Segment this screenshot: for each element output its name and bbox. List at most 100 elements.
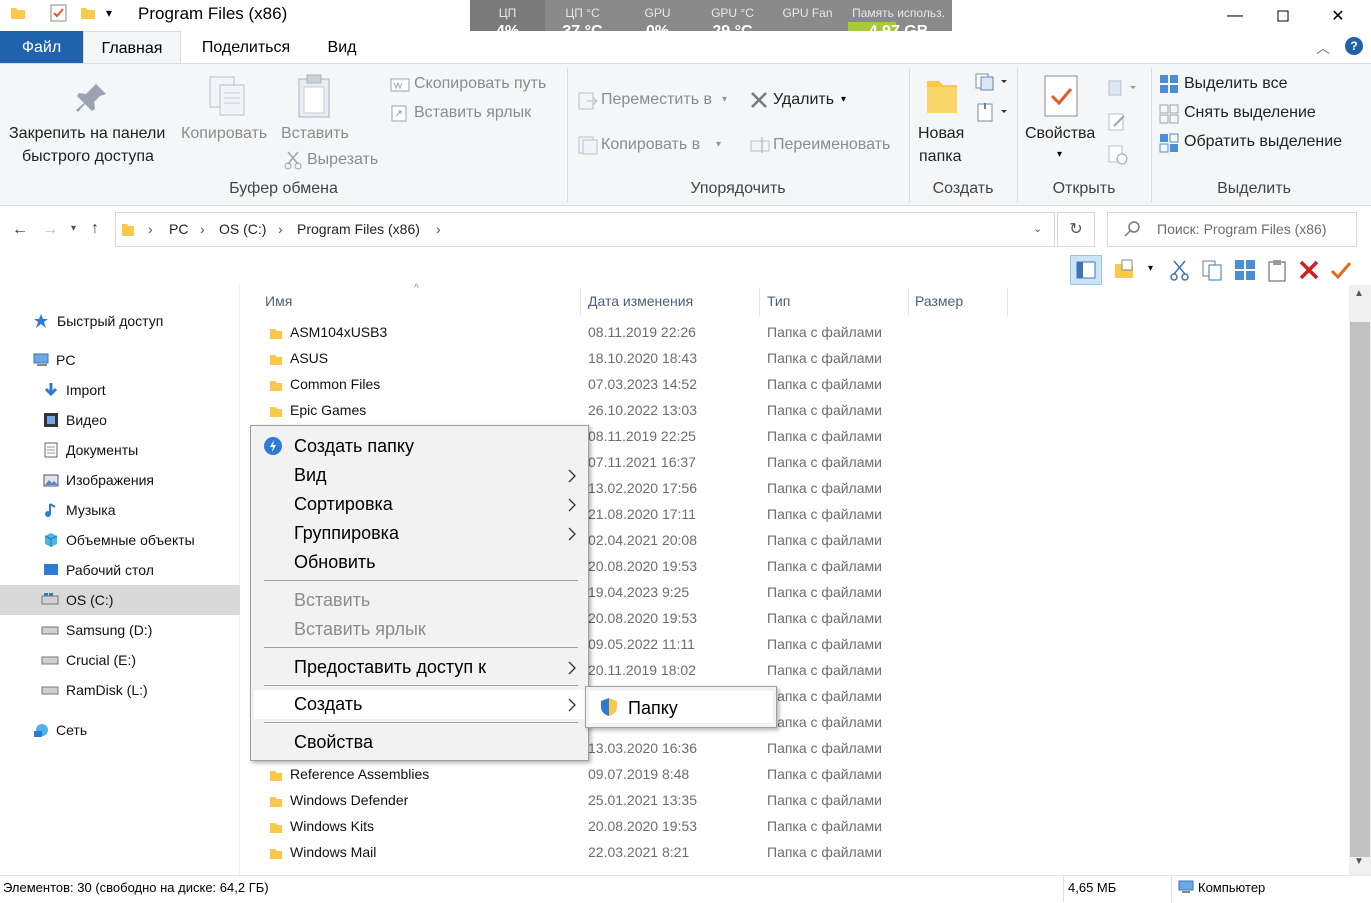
nav-item-import[interactable]: Import (0, 375, 240, 405)
menu-item-view[interactable]: Вид (254, 461, 585, 490)
refresh-button[interactable]: ↻ (1057, 212, 1095, 247)
up-icon[interactable]: ↑ (91, 220, 99, 238)
breadcrumb-separator-icon[interactable]: › (278, 221, 283, 237)
delete-button[interactable]: Удалить (773, 91, 834, 109)
breadcrumb-separator-icon[interactable]: › (148, 221, 153, 237)
new-folder-button-line2[interactable]: папка (919, 148, 961, 166)
column-divider[interactable] (908, 288, 909, 316)
select-all-button[interactable]: Выделить все (1184, 75, 1287, 93)
paste-toolbar-icon[interactable] (1265, 258, 1289, 282)
nav-item-os-c[interactable]: OS (C:) (0, 585, 240, 615)
search-input[interactable]: Поиск: Program Files (x86) (1157, 221, 1327, 237)
column-header-size[interactable]: Размер (915, 293, 963, 309)
nav-pc[interactable]: PC (0, 345, 240, 375)
menu-item-share[interactable]: Предоставить доступ к (254, 653, 585, 682)
table-row[interactable]: ASUS 18.10.2020 18:43 Папка с файлами (265, 346, 1345, 372)
customize-toolbar-icon[interactable]: ▾ (106, 6, 112, 20)
column-header-date[interactable]: Дата изменения (588, 293, 693, 309)
breadcrumb-separator-icon[interactable]: › (436, 221, 441, 237)
menu-item-sort[interactable]: Сортировка (254, 490, 585, 519)
tab-view[interactable]: Вид (310, 31, 374, 64)
menu-item-paste[interactable]: Вставить (254, 586, 585, 615)
nav-item-documents[interactable]: Документы (0, 435, 240, 465)
tab-share[interactable]: Поделиться (185, 31, 307, 64)
minimize-button[interactable]: — (1212, 0, 1258, 31)
select-none-button[interactable]: Снять выделение (1184, 104, 1316, 122)
invert-selection-button[interactable]: Обратить выделение (1184, 133, 1342, 151)
column-divider[interactable] (580, 288, 581, 316)
nav-item-pictures[interactable]: Изображения (0, 465, 240, 495)
copy-toolbar-icon[interactable] (1200, 258, 1224, 282)
nav-item-3d-objects[interactable]: Объемные объекты (0, 525, 240, 555)
breadcrumb-separator-icon[interactable]: › (200, 221, 205, 237)
column-header-name[interactable]: Имя (265, 293, 292, 309)
recent-locations-icon[interactable]: ▾ (71, 223, 76, 234)
column-header-type[interactable]: Тип (767, 293, 790, 309)
table-row[interactable]: Reference Assemblies 09.07.2019 8:48 Папка… (265, 762, 1345, 788)
table-row[interactable]: Windows Kits 20.08.2020 19:53 Папка с файл… (265, 814, 1345, 840)
move-to-button[interactable]: Переместить в (601, 91, 712, 109)
copy-path-button[interactable]: Скопировать путь (414, 75, 546, 93)
toolbar-dropdown-icon[interactable]: ▾ (1148, 263, 1153, 274)
table-row[interactable]: Epic Games 26.10.2022 13:03 Папка с файлам… (265, 398, 1345, 424)
properties-dropdown-icon[interactable]: ▾ (1057, 149, 1062, 160)
paste-shortcut-button[interactable]: Вставить ярлык (414, 104, 531, 122)
help-icon[interactable]: ? (1345, 37, 1363, 55)
pin-button-line2[interactable]: быстрого доступа (22, 148, 154, 166)
address-history-dropdown-icon[interactable]: ⌄ (1033, 222, 1042, 235)
view-toolbar-icon[interactable] (1233, 258, 1257, 282)
nav-item-music[interactable]: Музыка (0, 495, 240, 525)
copy-to-button[interactable]: Копировать в (601, 136, 700, 154)
properties-button[interactable]: Свойства (1025, 125, 1095, 143)
breadcrumb-program-files[interactable]: Program Files (x86) (297, 221, 420, 237)
maximize-button[interactable] (1260, 0, 1306, 31)
nav-item-samsung-d[interactable]: Samsung (D:) (0, 615, 240, 645)
delete-toolbar-icon[interactable] (1297, 258, 1321, 282)
cut-button[interactable]: Вырезать (307, 151, 378, 169)
menu-item-new-folder[interactable]: Создать папку (254, 432, 585, 461)
pin-button-line1[interactable]: Закрепить на панели (9, 125, 165, 143)
nav-item-ramdisk-l[interactable]: RamDisk (L:) (0, 675, 240, 705)
new-item-icon[interactable] (975, 72, 1009, 92)
rename-button[interactable]: Переименовать (773, 136, 890, 154)
table-row[interactable]: ASM104xUSB3 08.11.2019 22:26 Папка с файла… (265, 320, 1345, 346)
easy-access-icon[interactable] (975, 101, 1009, 123)
new-folder-button-line1[interactable]: Новая (918, 125, 964, 143)
column-divider[interactable] (1007, 288, 1008, 316)
nav-item-crucial-e[interactable]: Crucial (E:) (0, 645, 240, 675)
breadcrumb-os-c[interactable]: OS (C:) (219, 221, 266, 237)
new-folder-quick-icon[interactable] (80, 5, 96, 21)
copy-to-dropdown-icon[interactable]: ▾ (716, 139, 721, 150)
delete-dropdown-icon[interactable]: ▾ (841, 94, 846, 105)
nav-item-video[interactable]: Видео (0, 405, 240, 435)
breadcrumb-pc[interactable]: PC (169, 221, 188, 237)
tab-home[interactable]: Главная (83, 31, 181, 64)
cut-toolbar-icon[interactable] (1168, 258, 1192, 282)
menu-item-create[interactable]: Создать (254, 690, 585, 719)
tab-file[interactable]: Файл (0, 31, 83, 64)
column-divider[interactable] (759, 288, 760, 316)
menu-item-group[interactable]: Группировка (254, 519, 585, 548)
close-button[interactable]: ✕ (1315, 0, 1361, 31)
menu-item-paste-shortcut[interactable]: Вставить ярлык (254, 615, 585, 644)
scroll-up-icon[interactable]: ▲ (1354, 288, 1364, 299)
scroll-down-icon[interactable]: ▼ (1354, 856, 1364, 867)
forward-icon[interactable]: → (42, 221, 58, 239)
paste-button[interactable]: Вставить (281, 125, 349, 143)
copy-button[interactable]: Копировать (181, 125, 267, 143)
table-row[interactable]: Windows Defender 25.01.2021 13:35 Папка с … (265, 788, 1345, 814)
nav-quick-access[interactable]: Быстрый доступ (0, 306, 240, 336)
nav-item-desktop[interactable]: Рабочий стол (0, 555, 240, 585)
checkmark-toolbar-icon[interactable] (1329, 258, 1353, 282)
submenu-item-folder[interactable]: Папку (589, 691, 773, 723)
nav-network[interactable]: Сеть (0, 715, 240, 745)
menu-item-refresh[interactable]: Обновить (254, 548, 585, 577)
properties-quick-icon[interactable] (49, 3, 69, 23)
new-folder-toolbar-icon[interactable] (1112, 258, 1136, 282)
collapse-ribbon-icon[interactable]: ︿ (1316, 38, 1330, 58)
scrollbar-thumb[interactable] (1350, 322, 1370, 857)
table-row[interactable]: Common Files 07.03.2023 14:52 Папка с файл… (265, 372, 1345, 398)
move-to-dropdown-icon[interactable]: ▾ (722, 94, 727, 105)
menu-item-properties[interactable]: Свойства (254, 728, 585, 757)
table-row[interactable]: Windows Mail 22.03.2021 8:21 Папка с файла… (265, 840, 1345, 866)
